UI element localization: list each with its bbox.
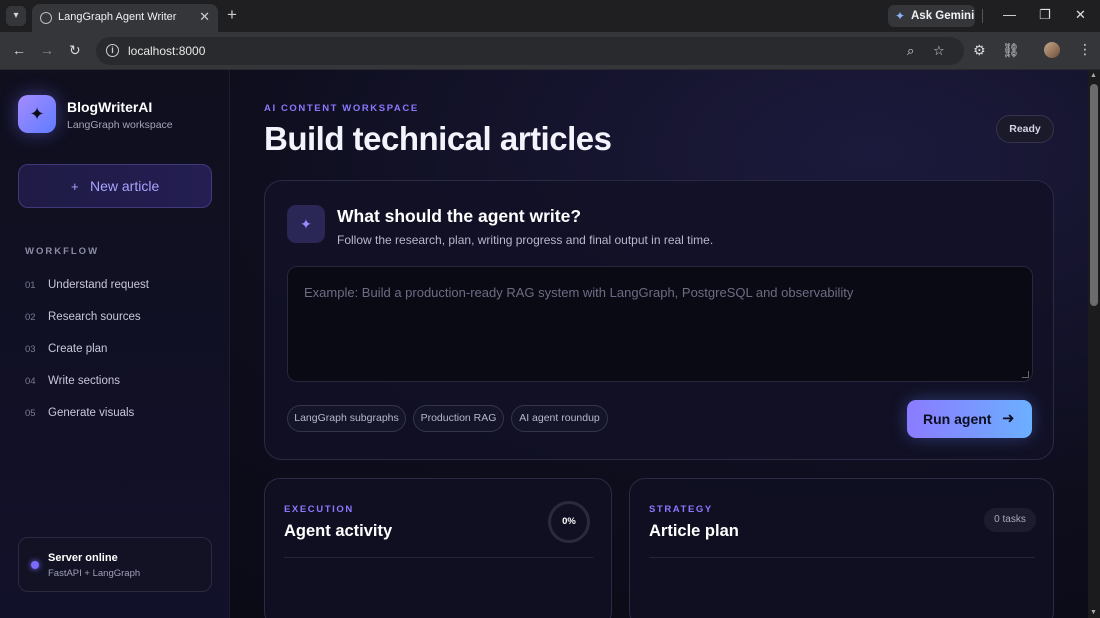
new-article-label: New article bbox=[90, 178, 160, 194]
step-number: 02 bbox=[25, 312, 36, 323]
workflow-step: 03 Create plan bbox=[25, 343, 107, 355]
info-icon[interactable]: i bbox=[106, 44, 119, 57]
compose-card: ✦ What should the agent write? Follow th… bbox=[264, 180, 1054, 460]
step-label: Understand request bbox=[48, 279, 150, 291]
brand-subtitle: LangGraph workspace bbox=[67, 119, 173, 131]
plus-icon: + bbox=[71, 179, 79, 194]
workflow-heading: WORKFLOW bbox=[25, 246, 100, 257]
step-number: 05 bbox=[25, 408, 36, 419]
scroll-down-icon[interactable]: ▼ bbox=[1090, 609, 1097, 616]
step-number: 04 bbox=[25, 376, 36, 387]
divider bbox=[982, 9, 983, 23]
globe-icon bbox=[40, 12, 52, 24]
run-agent-label: Run agent bbox=[923, 411, 992, 427]
step-label: Generate visuals bbox=[48, 407, 135, 419]
ask-gemini-button[interactable]: ✦ Ask Gemini bbox=[888, 5, 975, 27]
extensions-icon[interactable]: ⚙ bbox=[973, 42, 986, 59]
tasks-count-badge: 0 tasks bbox=[984, 508, 1036, 532]
server-status-subtitle: FastAPI + LangGraph bbox=[48, 568, 141, 579]
minimize-icon[interactable]: — bbox=[1003, 7, 1016, 22]
article-plan-panel: STRATEGY Article plan 0 tasks bbox=[629, 478, 1054, 618]
forward-icon[interactable]: → bbox=[40, 42, 54, 58]
sidebar: ✦ BlogWriterAI LangGraph workspace + New… bbox=[0, 70, 230, 618]
divider bbox=[649, 557, 1035, 558]
arrow-right-icon: ➜ bbox=[1002, 410, 1015, 427]
workflow-step: 05 Generate visuals bbox=[25, 407, 134, 419]
back-icon[interactable]: ← bbox=[12, 42, 26, 58]
suggestion-chip[interactable]: Production RAG bbox=[413, 405, 504, 432]
prompt-placeholder: Example: Build a production-ready RAG sy… bbox=[304, 285, 854, 300]
ask-gemini-label: Ask Gemini bbox=[911, 10, 975, 22]
restore-icon[interactable]: ❐ bbox=[1039, 7, 1051, 23]
panel-title: Agent activity bbox=[284, 522, 393, 540]
reload-icon[interactable]: ↻ bbox=[69, 42, 81, 59]
status-badge: Ready bbox=[996, 115, 1054, 143]
step-label: Research sources bbox=[48, 311, 141, 323]
step-label: Write sections bbox=[48, 375, 121, 387]
scrollbar-thumb[interactable] bbox=[1090, 84, 1098, 306]
panel-eyebrow: STRATEGY bbox=[649, 504, 713, 515]
compose-subtitle: Follow the research, plan, writing progr… bbox=[337, 233, 714, 247]
prompt-textarea[interactable]: Example: Build a production-ready RAG sy… bbox=[287, 266, 1033, 382]
app-root: ✦ BlogWriterAI LangGraph workspace + New… bbox=[0, 70, 1088, 618]
more-menu-icon[interactable]: ⋮ bbox=[1078, 41, 1092, 58]
page-scrollbar[interactable]: ▲ ▼ bbox=[1088, 70, 1100, 618]
suggestion-chip[interactable]: LangGraph subgraphs bbox=[287, 405, 406, 432]
step-number: 01 bbox=[25, 280, 36, 291]
main-content: AI CONTENT WORKSPACE Build technical art… bbox=[231, 70, 1088, 618]
workflow-step: 01 Understand request bbox=[25, 279, 149, 291]
workflow-step: 02 Research sources bbox=[25, 311, 141, 323]
new-article-button[interactable]: + New article bbox=[18, 164, 212, 208]
page-title: Build technical articles bbox=[264, 120, 612, 157]
tab-title: LangGraph Agent Writer bbox=[58, 11, 177, 23]
divider bbox=[284, 557, 593, 558]
agent-activity-panel: EXECUTION Agent activity 0% bbox=[264, 478, 612, 618]
zoom-icon[interactable]: ⌕ bbox=[907, 43, 914, 59]
suggestion-chip[interactable]: AI agent roundup bbox=[511, 405, 608, 432]
workflow-step: 04 Write sections bbox=[25, 375, 120, 387]
step-label: Create plan bbox=[48, 343, 108, 355]
profile-avatar[interactable] bbox=[1044, 42, 1060, 58]
panel-title: Article plan bbox=[649, 522, 739, 540]
brand-name: BlogWriterAI bbox=[67, 99, 153, 115]
run-agent-button[interactable]: Run agent ➜ bbox=[907, 400, 1032, 438]
status-dot-icon bbox=[31, 561, 39, 569]
tab-search-icon[interactable]: ▾ bbox=[6, 6, 26, 26]
scroll-up-icon[interactable]: ▲ bbox=[1090, 72, 1097, 79]
browser-tab[interactable]: LangGraph Agent Writer ✕ bbox=[32, 4, 218, 32]
close-window-icon[interactable]: ✕ bbox=[1075, 7, 1086, 23]
browser-tab-bar: ▾ LangGraph Agent Writer ✕ + ✦ Ask Gemin… bbox=[0, 0, 1100, 32]
link-icon[interactable]: ⛓ bbox=[1002, 42, 1020, 59]
sparkle-icon: ✦ bbox=[287, 205, 325, 243]
url-field[interactable]: i localhost:8000 ⌕ ☆ bbox=[96, 37, 964, 65]
panel-eyebrow: EXECUTION bbox=[284, 504, 354, 515]
gemini-icon: ✦ bbox=[895, 9, 906, 23]
server-status-title: Server online bbox=[48, 552, 118, 564]
address-bar: ← → ↻ i localhost:8000 ⌕ ☆ ⚙ ⛓ bbox=[0, 32, 1100, 70]
url-text: localhost:8000 bbox=[128, 44, 206, 58]
new-tab-icon[interactable]: + bbox=[227, 6, 237, 24]
close-icon[interactable]: ✕ bbox=[199, 9, 210, 25]
step-number: 03 bbox=[25, 344, 36, 355]
bookmark-star-icon[interactable]: ☆ bbox=[933, 43, 945, 59]
server-status-card: Server online FastAPI + LangGraph bbox=[18, 537, 212, 592]
sparkle-icon: ✦ bbox=[18, 95, 56, 133]
page-eyebrow: AI CONTENT WORKSPACE bbox=[264, 103, 419, 114]
resize-handle-icon[interactable] bbox=[1022, 371, 1029, 378]
compose-title: What should the agent write? bbox=[337, 206, 582, 226]
progress-ring: 0% bbox=[548, 501, 590, 543]
